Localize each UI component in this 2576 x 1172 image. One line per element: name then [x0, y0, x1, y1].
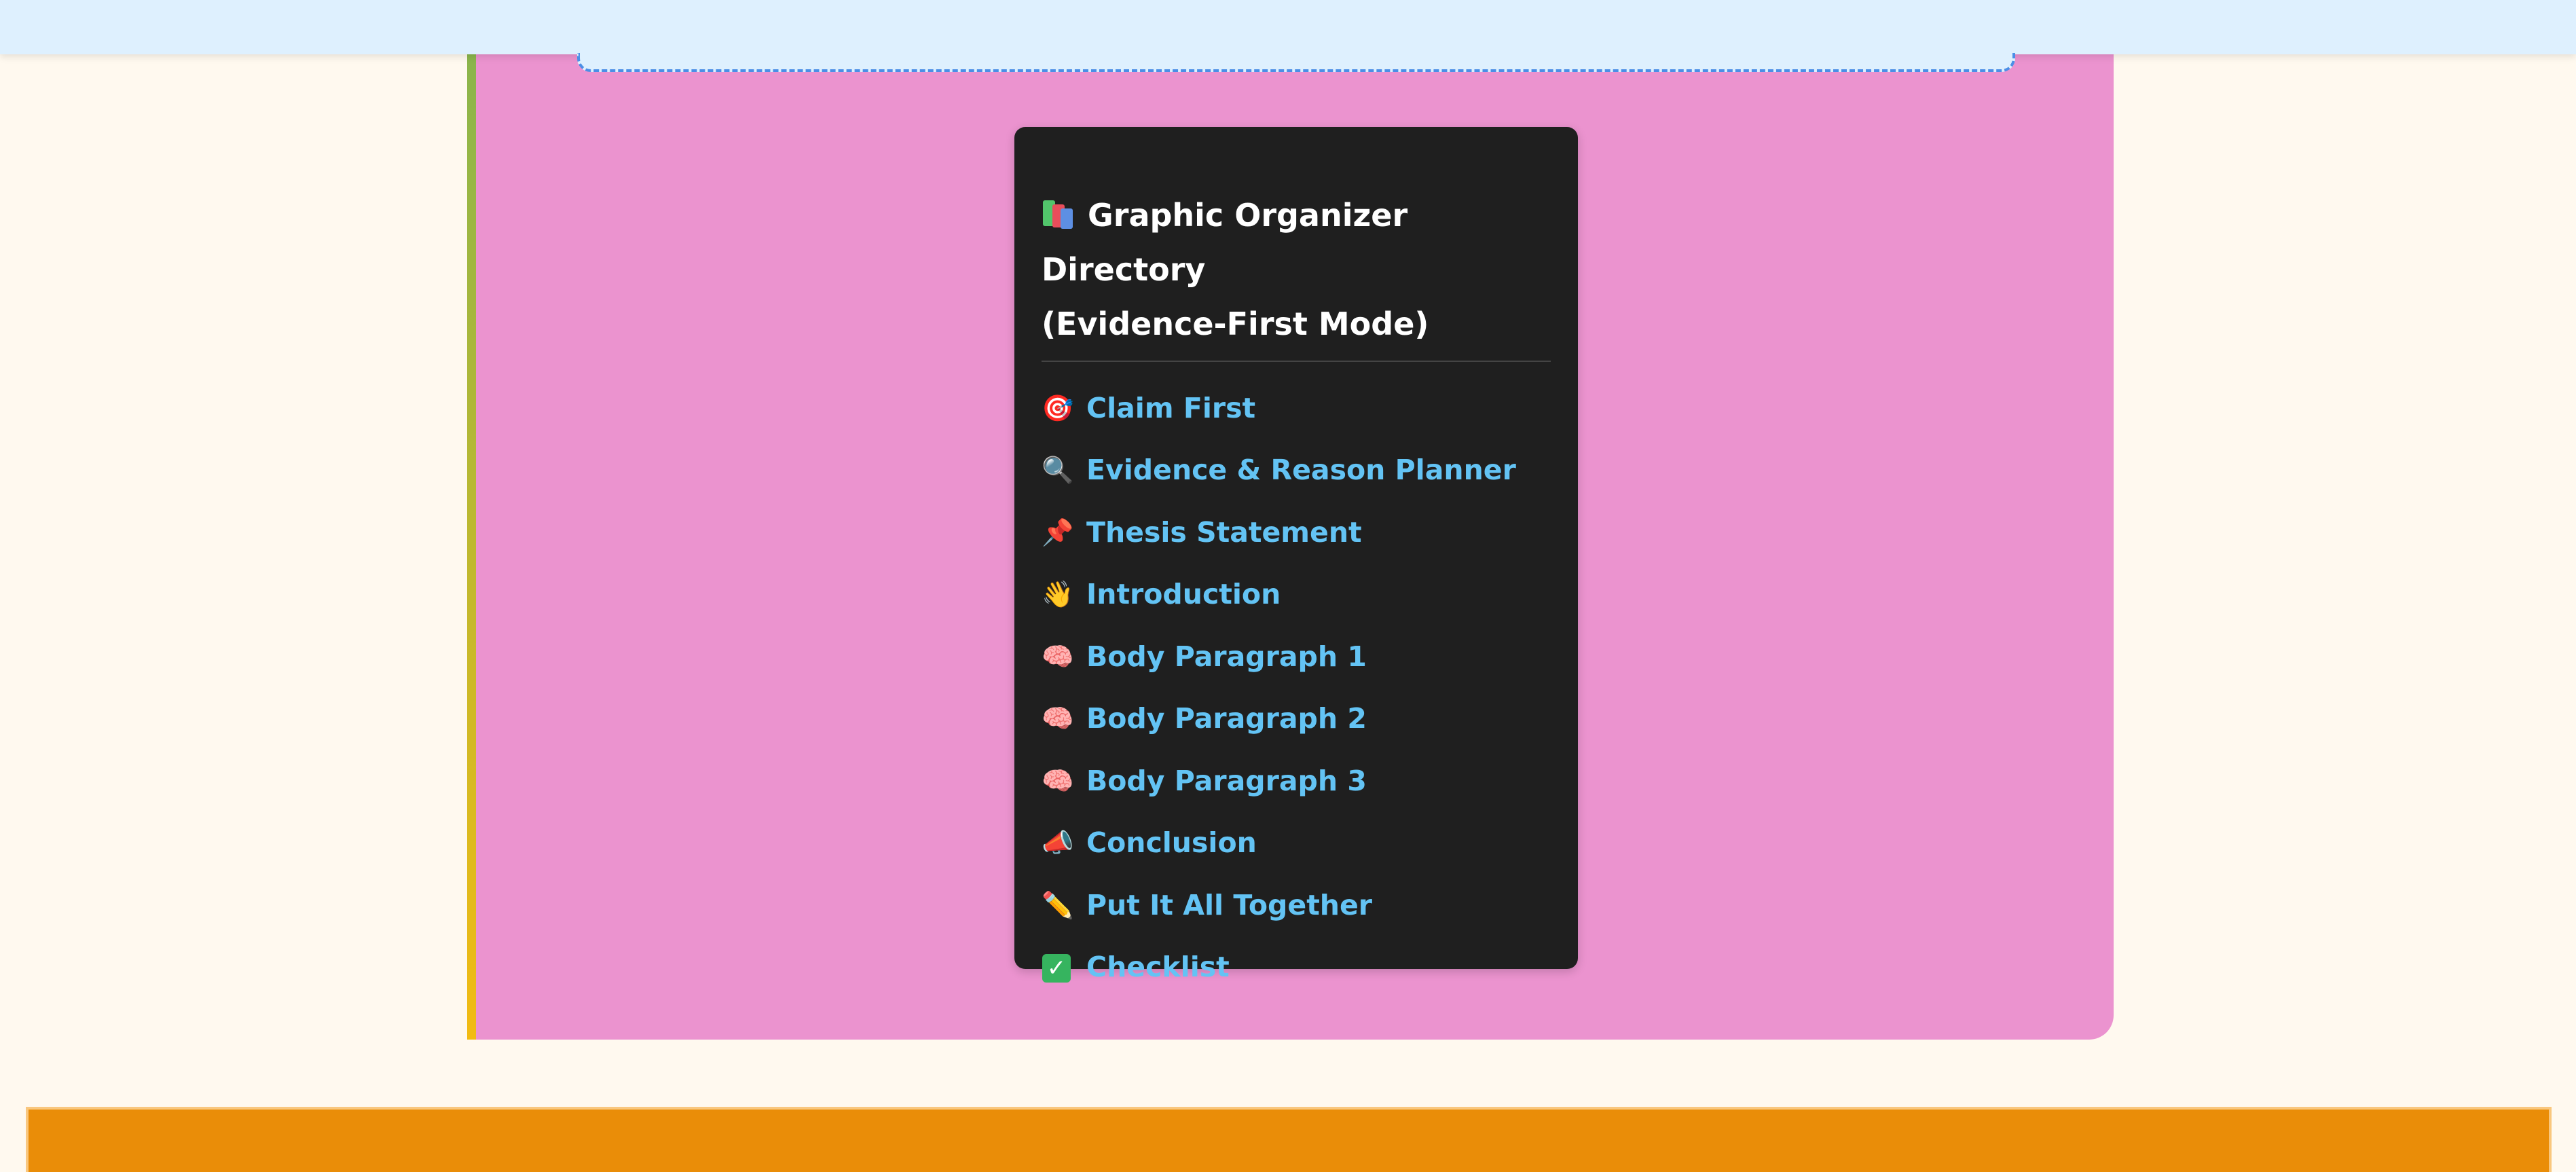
directory-item-body-paragraph-1: 🧠 Body Paragraph 1: [1042, 625, 1551, 688]
link-claim-first[interactable]: Claim First: [1086, 392, 1255, 424]
link-body-paragraph-1[interactable]: Body Paragraph 1: [1086, 640, 1367, 673]
organizer-directory-card: Graphic Organizer Directory (Evidence-Fi…: [1014, 127, 1578, 983]
target-icon: 🎯: [1042, 392, 1074, 423]
link-put-it-all-together[interactable]: Put It All Together: [1086, 889, 1372, 921]
directory-item-checklist: ✓ Checklist: [1042, 936, 1551, 999]
directory-item-evidence-reason-planner: 🔍 Evidence & Reason Planner: [1042, 439, 1551, 502]
waving-hand-icon: 👋: [1042, 579, 1074, 610]
link-thesis-statement[interactable]: Thesis Statement: [1086, 516, 1362, 549]
link-evidence-reason-planner[interactable]: Evidence & Reason Planner: [1086, 454, 1516, 486]
top-tab-dashed-edge: [577, 53, 2015, 72]
directory-list: 🎯 Claim First 🔍 Evidence & Reason Planne…: [1042, 377, 1551, 998]
brain-icon: 🧠: [1042, 703, 1074, 734]
brain-icon: 🧠: [1042, 641, 1074, 672]
megaphone-icon: 📣: [1042, 828, 1074, 858]
checkmark-icon: ✓: [1042, 954, 1071, 983]
directory-item-conclusion: 📣 Conclusion: [1042, 812, 1551, 875]
top-banner: [0, 0, 2576, 54]
brain-icon: 🧠: [1042, 765, 1074, 796]
link-conclusion[interactable]: Conclusion: [1086, 826, 1257, 859]
pushpin-icon: 📌: [1042, 517, 1074, 547]
directory-item-body-paragraph-2: 🧠 Body Paragraph 2: [1042, 688, 1551, 750]
link-body-paragraph-3[interactable]: Body Paragraph 3: [1086, 765, 1367, 797]
directory-item-introduction: 👋 Introduction: [1042, 564, 1551, 626]
directory-item-claim-first: 🎯 Claim First: [1042, 377, 1551, 439]
link-introduction[interactable]: Introduction: [1086, 578, 1281, 610]
link-body-paragraph-2[interactable]: Body Paragraph 2: [1086, 702, 1367, 735]
books-icon: [1042, 198, 1075, 229]
pencil-icon: ✏️: [1042, 890, 1074, 920]
directory-item-body-paragraph-3: 🧠 Body Paragraph 3: [1042, 750, 1551, 812]
directory-title: Graphic Organizer Directory (Evidence-Fi…: [1042, 188, 1551, 362]
link-checklist[interactable]: Checklist: [1086, 951, 1230, 983]
directory-title-line1: Graphic Organizer Directory: [1042, 197, 1408, 288]
directory-item-thesis-statement: 📌 Thesis Statement: [1042, 501, 1551, 564]
magnifier-icon: 🔍: [1042, 455, 1074, 486]
directory-title-line2: (Evidence-First Mode): [1042, 306, 1429, 342]
directory-item-put-it-all-together: ✏️ Put It All Together: [1042, 874, 1551, 936]
footer-bar: [26, 1107, 2552, 1172]
